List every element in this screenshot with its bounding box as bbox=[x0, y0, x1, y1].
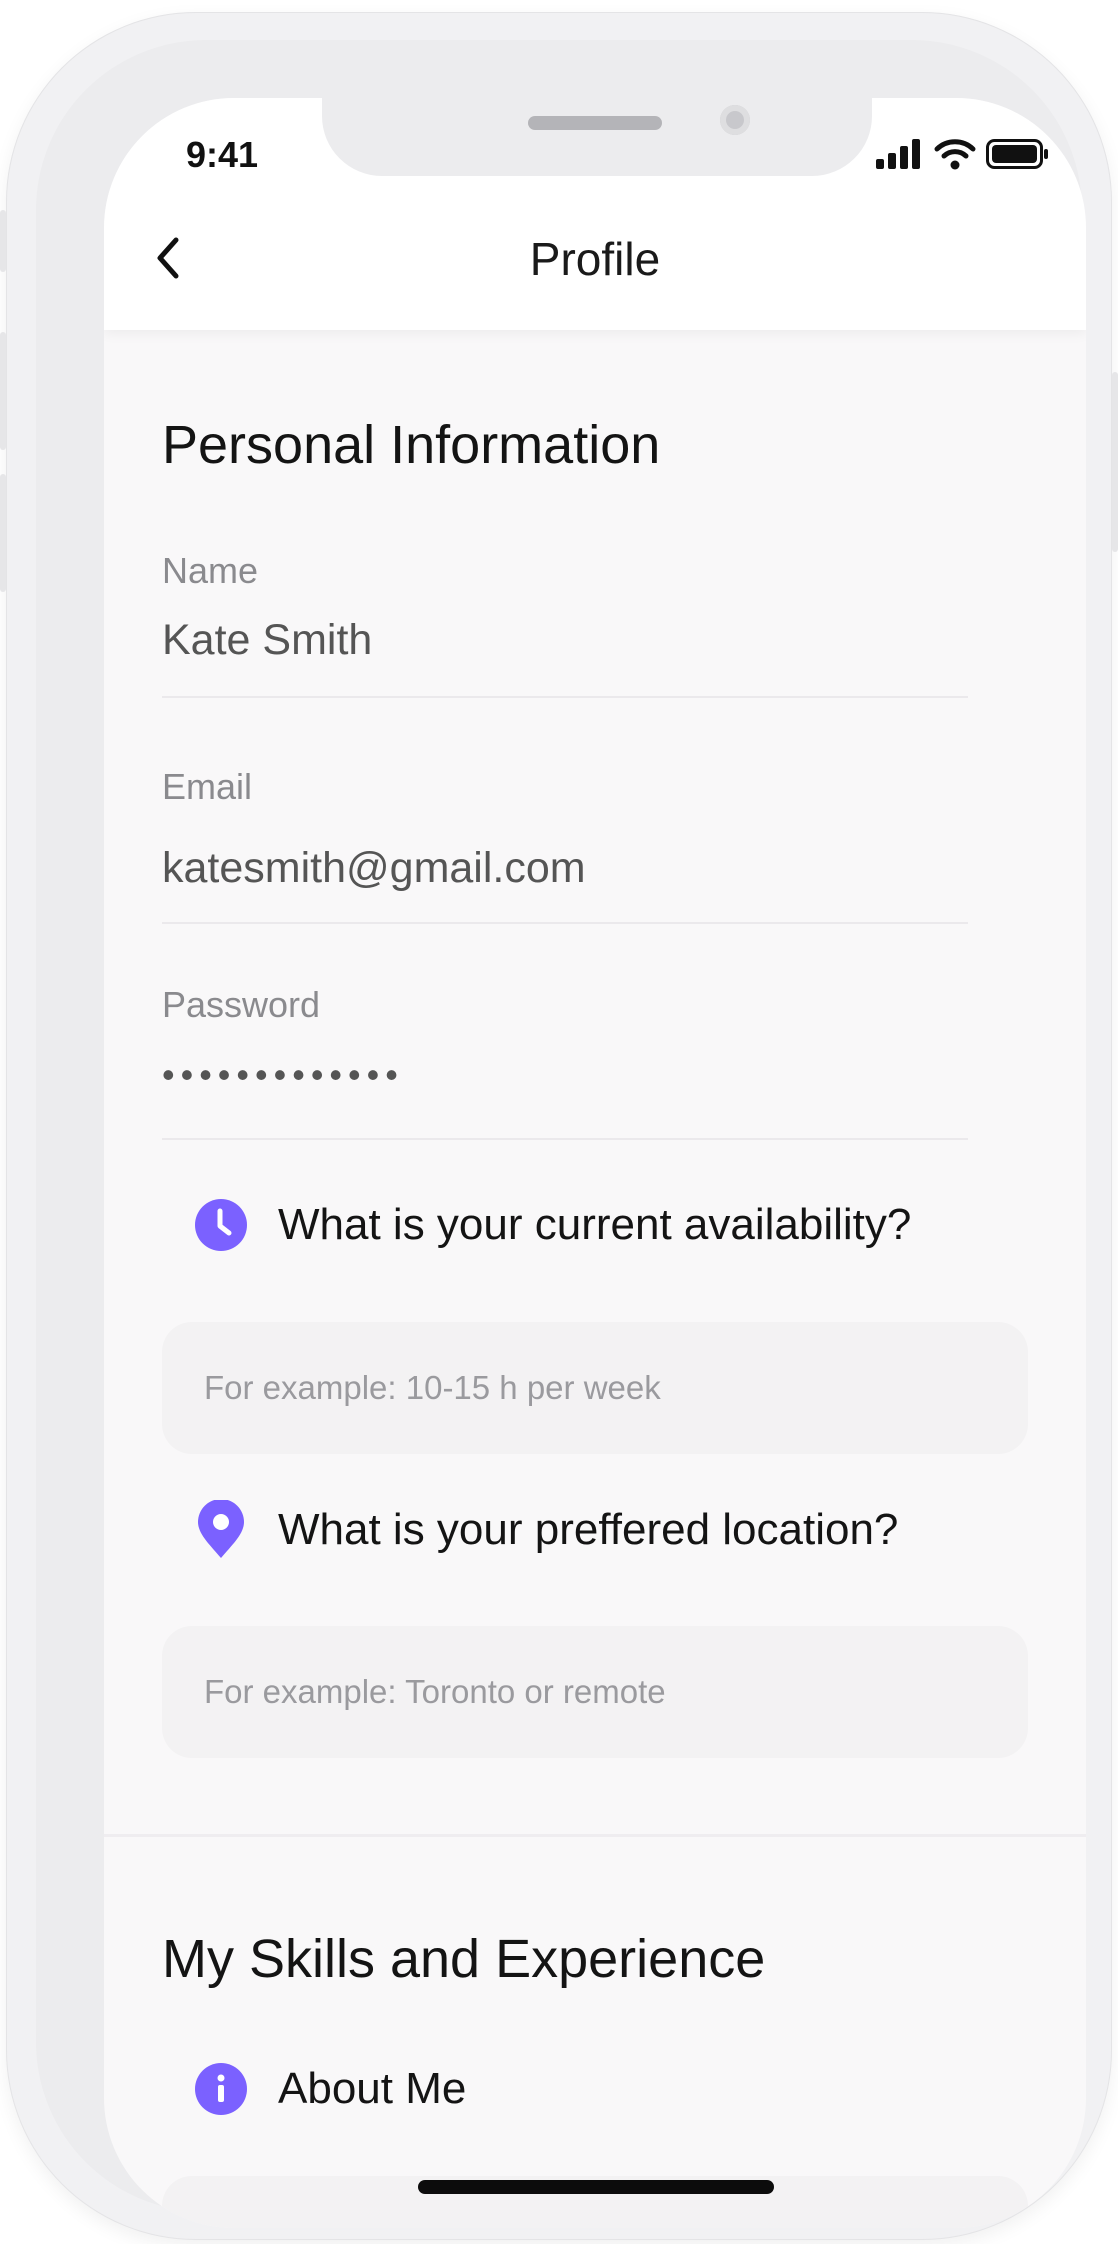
page-title: Profile bbox=[529, 233, 661, 285]
availability-question-text: What is your current availability? bbox=[278, 1200, 912, 1249]
mute-switch bbox=[0, 210, 6, 272]
password-underline bbox=[162, 1138, 968, 1140]
name-label: Name bbox=[162, 550, 259, 591]
phone-frame: 9:41 Profile Personal Information Name K… bbox=[0, 12, 1118, 2240]
name-field[interactable]: Kate Smith bbox=[162, 616, 372, 665]
section-divider bbox=[104, 1834, 1086, 1837]
availability-input[interactable] bbox=[162, 1322, 1028, 1454]
volume-down-button bbox=[0, 474, 6, 592]
wifi-icon bbox=[934, 139, 976, 170]
notch bbox=[322, 98, 872, 176]
app-screen: 9:41 Profile Personal Information Name K… bbox=[104, 98, 1086, 2228]
location-question: What is your preffered location? bbox=[194, 1500, 898, 1560]
password-field[interactable]: ••••••••••••• bbox=[162, 1054, 404, 1096]
about-me-label: About Me bbox=[278, 2064, 467, 2113]
password-label: Password bbox=[162, 984, 321, 1025]
availability-question: What is your current availability? bbox=[194, 1198, 911, 1252]
info-icon bbox=[195, 2063, 247, 2115]
signal-icon bbox=[876, 139, 920, 169]
email-label: Email bbox=[162, 766, 253, 807]
name-underline bbox=[162, 696, 968, 698]
personal-info-title: Personal Information bbox=[162, 415, 661, 475]
status-time: 9:41 bbox=[186, 134, 259, 175]
power-button bbox=[1112, 372, 1118, 552]
email-underline bbox=[162, 922, 968, 924]
status-icons bbox=[876, 138, 1050, 170]
skills-title: My Skills and Experience bbox=[162, 1929, 766, 1989]
location-input[interactable] bbox=[162, 1626, 1028, 1758]
location-pin-icon bbox=[198, 1500, 244, 1558]
home-indicator[interactable] bbox=[418, 2180, 774, 2194]
clock-icon bbox=[195, 1199, 247, 1251]
volume-up-button bbox=[0, 332, 6, 450]
location-question-text: What is your preffered location? bbox=[278, 1505, 899, 1554]
phone-bezel: 9:41 Profile Personal Information Name K… bbox=[36, 40, 1086, 2228]
about-me-row[interactable]: About Me bbox=[194, 2062, 466, 2116]
email-field[interactable]: katesmith@gmail.com bbox=[162, 844, 586, 893]
front-camera bbox=[720, 105, 750, 135]
speaker bbox=[528, 116, 662, 130]
battery-icon bbox=[986, 139, 1048, 169]
